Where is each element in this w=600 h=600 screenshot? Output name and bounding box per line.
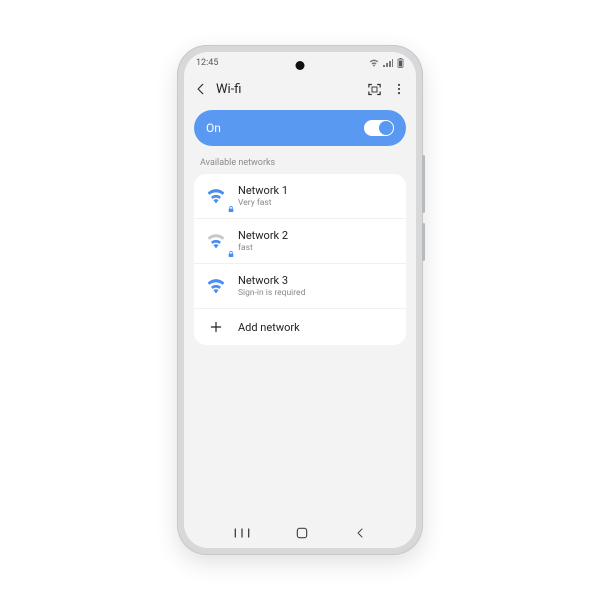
- network-name: Network 2: [238, 229, 288, 242]
- header-actions: [367, 82, 406, 97]
- phone-frame: 12:45 Wi-fi: [177, 45, 423, 555]
- volume-button: [422, 155, 425, 213]
- wifi-lock-icon: [206, 188, 226, 204]
- more-icon[interactable]: [392, 82, 406, 96]
- network-name: Network 3: [238, 274, 305, 287]
- network-sub: Very fast: [238, 198, 288, 208]
- add-network-label: Add network: [238, 321, 300, 334]
- wifi-toggle-row[interactable]: On: [194, 110, 406, 146]
- page-title: Wi-fi: [216, 82, 359, 97]
- stage: 12:45 Wi-fi: [0, 0, 600, 600]
- screen: 12:45 Wi-fi: [184, 52, 416, 548]
- status-indicators: [369, 58, 404, 68]
- back-icon[interactable]: [194, 82, 208, 96]
- home-button[interactable]: [295, 526, 309, 540]
- qr-scan-icon[interactable]: [367, 82, 382, 97]
- recents-button[interactable]: [234, 527, 250, 539]
- wifi-lock-icon: [206, 233, 226, 249]
- app-header: Wi-fi: [184, 74, 416, 104]
- wifi-switch[interactable]: [364, 120, 394, 136]
- wifi-status-icon: [369, 59, 379, 67]
- network-name: Network 1: [238, 184, 288, 197]
- signal-status-icon: [383, 59, 393, 67]
- network-row[interactable]: Network 2 fast: [194, 218, 406, 263]
- nav-bar: [184, 518, 416, 548]
- power-button: [422, 223, 425, 261]
- wifi-icon: [206, 278, 226, 294]
- wifi-toggle-label: On: [206, 121, 221, 135]
- network-row[interactable]: Network 3 Sign-in is required: [194, 263, 406, 308]
- add-network-row[interactable]: Add network: [194, 308, 406, 345]
- networks-card: Network 1 Very fast Network 2 fast: [194, 174, 406, 345]
- available-networks-label: Available networks: [184, 146, 416, 174]
- back-button[interactable]: [354, 527, 366, 539]
- status-time: 12:45: [196, 58, 218, 68]
- battery-status-icon: [397, 58, 404, 68]
- spacer: [184, 345, 416, 518]
- plus-icon: [206, 319, 226, 335]
- network-sub: fast: [238, 243, 288, 253]
- front-camera: [296, 61, 305, 70]
- network-row[interactable]: Network 1 Very fast: [194, 174, 406, 218]
- network-sub: Sign-in is required: [238, 288, 305, 298]
